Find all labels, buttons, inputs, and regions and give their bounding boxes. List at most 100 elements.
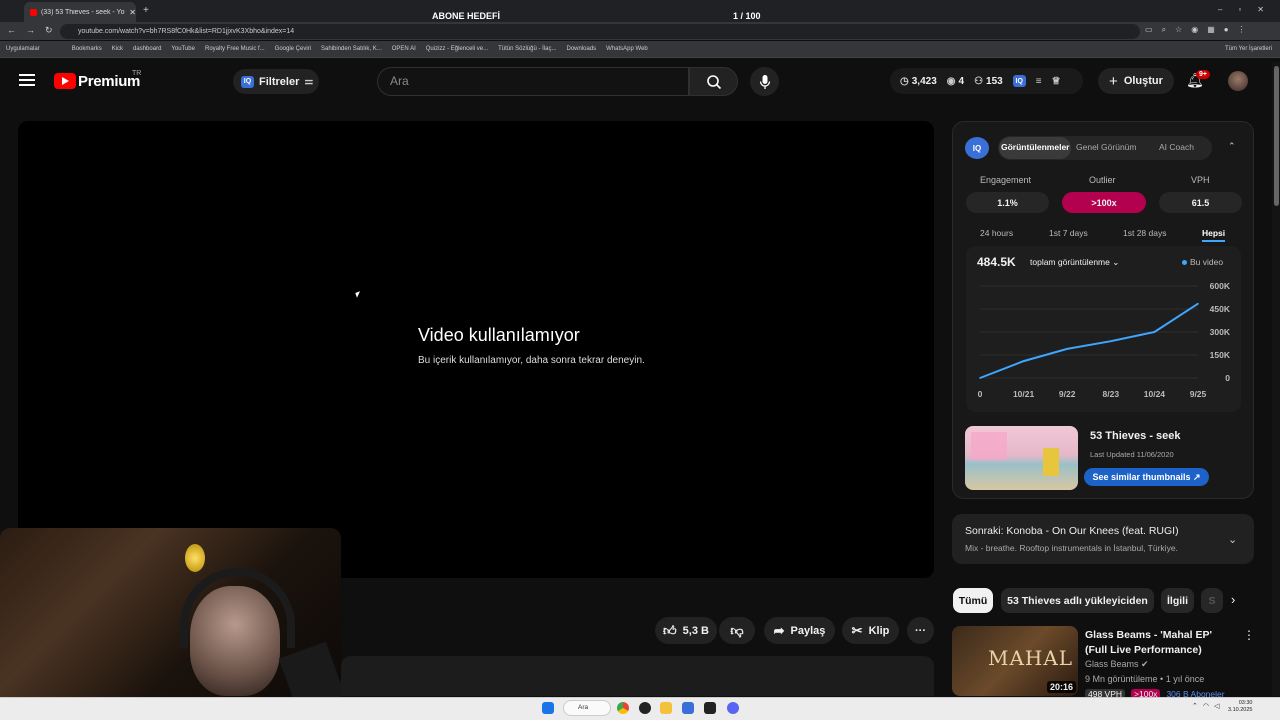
bookmark-item[interactable]: Quizizz - Eğlenceli ve...: [426, 46, 488, 52]
clip-label: Klip: [868, 624, 890, 637]
close-window-icon[interactable]: ✕: [1257, 5, 1264, 14]
discord-icon[interactable]: [727, 702, 739, 714]
bookmark-item[interactable]: Tütün Sözlüğü - İlaç...: [498, 46, 556, 52]
video-thumbnail[interactable]: [965, 426, 1078, 490]
tab-close-icon[interactable]: ✕: [129, 8, 136, 17]
metric-value-outlier: >100x: [1062, 192, 1146, 213]
windows-start-icon[interactable]: [542, 702, 554, 714]
voice-search-button[interactable]: [750, 67, 779, 96]
next-up-card[interactable]: [952, 514, 1254, 564]
bookmark-item[interactable]: Kick: [112, 46, 123, 52]
y-tick-label: 0: [1225, 373, 1230, 383]
volume-icon[interactable]: ◁: [1214, 702, 1219, 710]
bookmark-item[interactable]: Google Çeviri: [275, 46, 311, 52]
expand-chevron-icon[interactable]: ⌄: [1228, 533, 1237, 546]
series-point: [1197, 302, 1199, 305]
maximize-icon[interactable]: ▫: [1238, 5, 1241, 14]
chart-metric-select[interactable]: toplam görüntülenme ⌄: [1030, 257, 1119, 268]
bookmark-item[interactable]: OPEN AI: [392, 46, 416, 52]
menu-dots-icon[interactable]: ⋮: [1238, 25, 1246, 35]
chip-uploader[interactable]: 53 Thieves adlı yükleyiciden: [1001, 588, 1154, 613]
minimize-icon[interactable]: –: [1218, 5, 1222, 14]
recommendation-channel[interactable]: Glass Beams ✔: [1085, 659, 1149, 670]
range-7d[interactable]: 1st 7 days: [1049, 228, 1088, 238]
video-player[interactable]: [18, 121, 934, 578]
chart-total: 484.5K: [977, 255, 1016, 269]
browser-tab[interactable]: (33) 53 Thieves - seek - YouTube ✕: [24, 2, 136, 22]
share-button[interactable]: ➦ Paylaş: [764, 617, 835, 644]
range-28d[interactable]: 1st 28 days: [1123, 228, 1166, 238]
tab-overview[interactable]: Genel Görünüm: [1076, 142, 1136, 152]
store-icon[interactable]: [682, 702, 694, 714]
search-input[interactable]: Ara: [377, 67, 689, 96]
like-button[interactable]: 👍︎ 5,3 B: [655, 617, 717, 644]
nav-buttons: ← → ↻: [7, 25, 53, 36]
avatar[interactable]: [1228, 71, 1248, 91]
more-vert-icon[interactable]: ⋮: [1243, 628, 1255, 642]
bookmark-item[interactable]: Bookmarks: [72, 46, 102, 52]
range-all[interactable]: Hepsi: [1202, 228, 1226, 242]
url-bar[interactable]: youtube.com/watch?v=bh7RS8fC0Hk&list=RD1…: [60, 24, 1140, 39]
menu-hamburger-icon[interactable]: [19, 74, 35, 86]
more-actions-button[interactable]: ···: [907, 617, 934, 644]
zoom-icon[interactable]: ⌕: [1162, 25, 1166, 35]
lamp-icon: [185, 544, 205, 572]
bars-icon[interactable]: ≡: [1036, 76, 1042, 87]
bookmark-item[interactable]: Royalty Free Music f...: [205, 46, 265, 52]
series-point: [1110, 340, 1112, 342]
chip-related[interactable]: İlgili: [1161, 588, 1194, 613]
dislike-button[interactable]: 👎︎: [719, 617, 755, 644]
bookmark-item[interactable]: Sahibinden Satılık, K...: [321, 46, 382, 52]
youtube-logo-icon[interactable]: [54, 73, 76, 89]
create-button[interactable]: + Oluştur: [1098, 68, 1174, 94]
wifi-icon[interactable]: ◠: [1203, 702, 1209, 710]
terminal-icon[interactable]: [704, 702, 716, 714]
bookmark-star-icon[interactable]: ☆: [1175, 25, 1182, 35]
see-similar-thumbnails-button[interactable]: See similar thumbnails ↗: [1084, 468, 1209, 486]
chrome-icon[interactable]: [617, 702, 629, 714]
chips-next-icon[interactable]: ›: [1231, 592, 1235, 607]
chevron-up-icon[interactable]: ⌃: [1192, 702, 1198, 710]
extensions-puzzle-icon[interactable]: ▦: [1207, 25, 1215, 35]
tab-ai-coach[interactable]: AI Coach: [1159, 142, 1194, 152]
new-tab-icon[interactable]: +: [143, 5, 149, 16]
series-point: [1022, 360, 1025, 362]
search-button[interactable]: [689, 67, 738, 96]
chip-partial[interactable]: S: [1201, 588, 1223, 613]
extension-icon[interactable]: ◉: [1191, 25, 1198, 35]
reload-icon[interactable]: ↻: [45, 25, 53, 36]
tab-title: (33) 53 Thieves - seek - YouTube: [40, 8, 125, 16]
bookmark-item[interactable]: Uygulamalar: [6, 46, 40, 52]
verified-icon: ✔: [1141, 659, 1149, 669]
stats-pill[interactable]: ◷ 3,423 ◉ 4 ⚇ 153 IQ ≡ ♕: [890, 68, 1083, 94]
iq-extension-icon[interactable]: IQ: [1012, 75, 1026, 87]
chip-all[interactable]: Tümü: [953, 588, 993, 613]
clip-button[interactable]: ✂ Klip: [842, 617, 899, 644]
views-line-chart: 600K 450K 300K 150K 0 0 10/21 9/22 8/23 10/24 9/25: [978, 281, 1231, 399]
app-icon[interactable]: [639, 702, 651, 714]
taskbar-search[interactable]: Ara: [563, 700, 611, 716]
install-icon[interactable]: ▭: [1145, 25, 1153, 35]
logo-text[interactable]: Premium: [78, 73, 140, 90]
iq-icon: IQ: [241, 75, 254, 88]
bookmark-item[interactable]: dashboard: [133, 46, 161, 52]
range-24h[interactable]: 24 hours: [980, 228, 1013, 238]
all-bookmarks[interactable]: Tüm Yer İşaretleri: [1225, 46, 1272, 52]
bookmark-item[interactable]: YouTube: [171, 46, 195, 52]
taskbar-clock[interactable]: 03:30 3.10.2025: [1228, 700, 1252, 714]
forward-icon[interactable]: →: [26, 25, 35, 36]
unavailable-subtitle: Bu içerik kullanılamıyor, daha sonra tek…: [418, 355, 645, 366]
scrollbar-thumb[interactable]: [1274, 66, 1279, 206]
recommendation-title[interactable]: Glass Beams - 'Mahal EP' (Full Live Perf…: [1085, 628, 1235, 658]
folder-icon[interactable]: [660, 702, 672, 714]
filters-button[interactable]: IQ Filtreler ⚌: [233, 69, 319, 94]
tab-views[interactable]: Görüntülenmeler: [1001, 142, 1069, 152]
bookmark-item[interactable]: WhatsApp Web: [606, 46, 648, 52]
series-point: [1066, 348, 1068, 350]
description-box[interactable]: [341, 656, 934, 696]
trophy-icon[interactable]: ♕: [1052, 76, 1061, 87]
profile-icon[interactable]: ●: [1224, 25, 1229, 35]
bookmark-item[interactable]: Downloads: [566, 46, 596, 52]
back-icon[interactable]: ←: [7, 25, 16, 36]
collapse-chevron-icon[interactable]: ⌃: [1228, 141, 1236, 152]
